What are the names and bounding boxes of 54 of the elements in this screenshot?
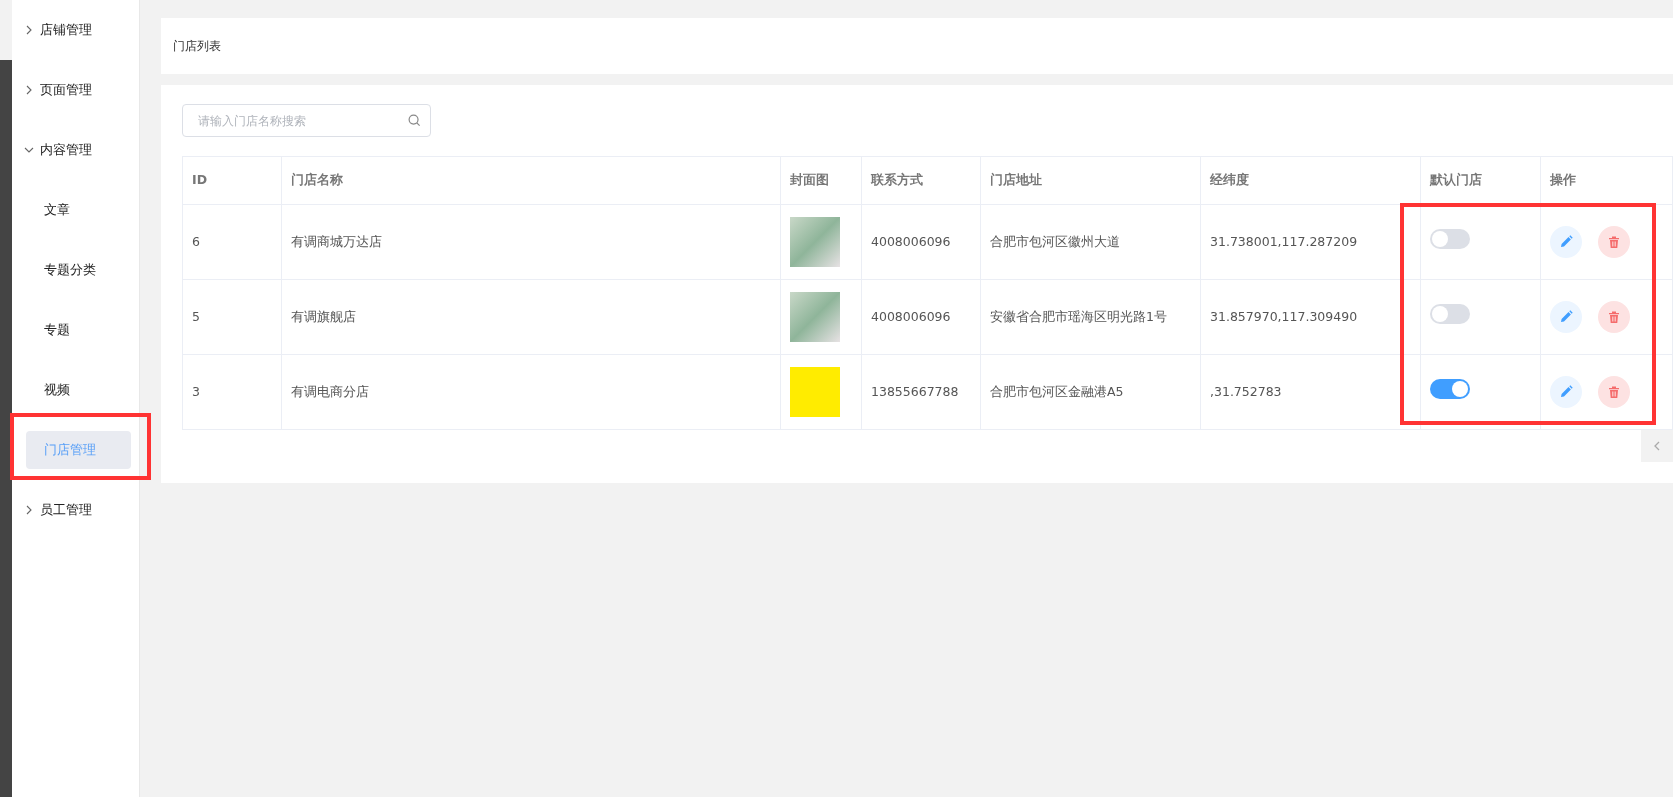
search-icon [408, 114, 421, 127]
sidebar-group[interactable]: 店铺管理 [11, 0, 139, 60]
column-header: 门店名称 [281, 156, 781, 205]
edit-button[interactable] [1550, 226, 1582, 258]
table-cell: 合肥市包河区金融港A5 [980, 354, 1201, 430]
table-cell: 安徽省合肥市瑶海区明光路1号 [980, 279, 1201, 355]
sidebar-group[interactable]: 员工管理 [11, 480, 139, 540]
column-header: 联系方式 [861, 156, 981, 205]
table-cell: 6 [182, 204, 282, 280]
table-cell: 4008006096 [861, 279, 981, 355]
trash-icon [1607, 385, 1621, 399]
photo-placeholder [790, 217, 840, 267]
trash-icon [1607, 310, 1621, 324]
edit-button[interactable] [1550, 376, 1582, 408]
toggle-switch[interactable] [1430, 229, 1470, 250]
table-cell: 31.738001,117.287209 [1200, 204, 1421, 280]
delete-button[interactable] [1598, 301, 1630, 333]
table-cell: 3 [182, 354, 282, 430]
toggle-switch[interactable] [1430, 304, 1470, 325]
table-cell: 合肥市包河区徽州大道 [980, 204, 1201, 280]
column-header: 经纬度 [1200, 156, 1421, 205]
table-cell: 13855667788 [861, 354, 981, 430]
table-cell: 有调旗舰店 [281, 279, 781, 355]
column-header: ID [182, 156, 282, 205]
sidebar-item[interactable]: 视频 [43, 380, 70, 400]
sidebar-item[interactable]: 专题分类 [43, 260, 96, 280]
page-title: 门店列表 [173, 38, 221, 55]
photo-placeholder [790, 292, 840, 342]
table-cell: 31.857970,117.309490 [1200, 279, 1421, 355]
table-cell: 5 [182, 279, 282, 355]
edit-button[interactable] [1550, 301, 1582, 333]
column-header: 封面图 [780, 156, 862, 205]
column-header: 默认门店 [1420, 156, 1541, 205]
toggle-switch[interactable] [1430, 379, 1470, 400]
table-cell: 有调商城万达店 [281, 204, 781, 280]
table-cell: ,31.752783 [1200, 354, 1421, 430]
table-cell: 4008006096 [861, 204, 981, 280]
pencil-icon [1559, 235, 1573, 249]
column-header: 操作 [1540, 156, 1673, 205]
chevron-left-icon [1653, 441, 1661, 451]
table-cell: 有调电商分店 [281, 354, 781, 430]
column-header: 门店地址 [980, 156, 1201, 205]
delete-button[interactable] [1598, 226, 1630, 258]
sidebar-group[interactable]: 页面管理 [11, 60, 139, 120]
search-field[interactable]: 请输入门店名称搜索 [182, 104, 431, 137]
sidebar-group[interactable]: 内容管理 [11, 120, 139, 180]
sidebar-item[interactable]: 文章 [43, 200, 70, 220]
sidebar-item[interactable]: 专题 [43, 320, 70, 340]
pencil-icon [1559, 385, 1573, 399]
trash-icon [1607, 235, 1621, 249]
delete-button[interactable] [1598, 376, 1630, 408]
chevron-down-icon [23, 145, 34, 155]
logo-placeholder [790, 367, 840, 417]
pencil-icon [1559, 310, 1573, 324]
